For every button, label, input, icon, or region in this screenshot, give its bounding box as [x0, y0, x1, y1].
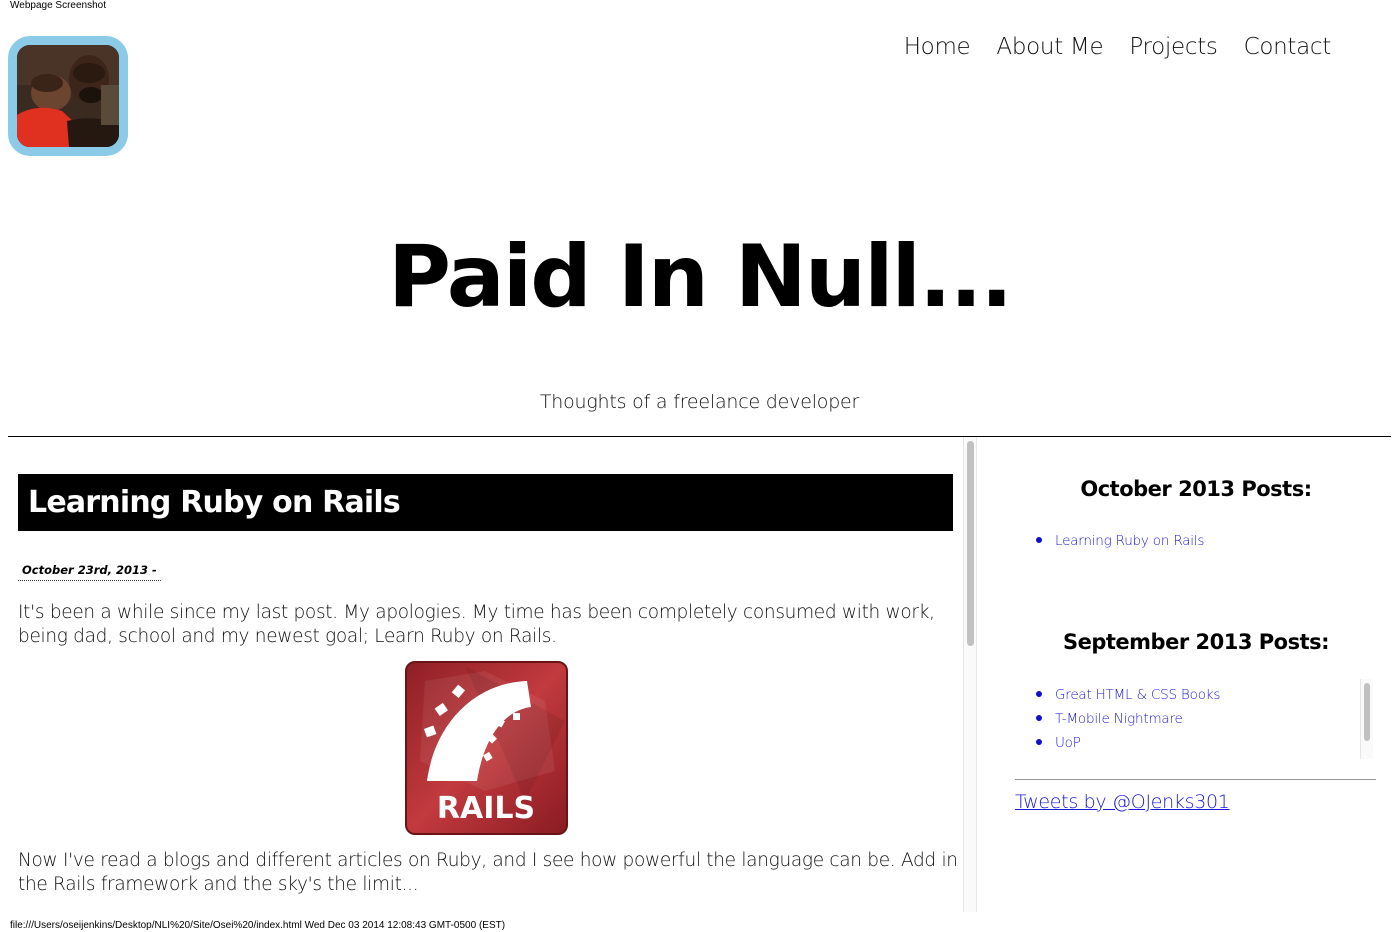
post-date: October 23rd, 2013 -: [18, 563, 161, 581]
post-scrollbar-thumb[interactable]: [967, 441, 974, 646]
list-item: Learning Ruby on Rails: [1035, 528, 1204, 552]
september-posts-list: Great HTML & CSS Books T-Mobile Nightmar…: [1035, 682, 1220, 754]
list-item: T-Mobile Nightmare: [1035, 706, 1220, 730]
post-link[interactable]: UoP: [1055, 735, 1081, 751]
september-posts-heading: September 2013 Posts:: [1062, 630, 1330, 654]
sidebar: October 2013 Posts: Learning Ruby on Rai…: [977, 437, 1399, 912]
post-link[interactable]: Learning Ruby on Rails: [1055, 533, 1204, 549]
nav-projects-link[interactable]: Projects: [1129, 32, 1218, 62]
october-posts-list: Learning Ruby on Rails: [1035, 528, 1204, 552]
main-nav: Home About Me Projects Contact: [904, 32, 1332, 62]
nav-contact-link[interactable]: Contact: [1244, 32, 1332, 62]
rails-logo-text: RAILS: [437, 791, 535, 826]
post-link[interactable]: T-Mobile Nightmare: [1055, 711, 1183, 727]
nav-home-link[interactable]: Home: [904, 32, 971, 62]
post-scrollbar[interactable]: [963, 437, 977, 912]
post-link[interactable]: Great HTML & CSS Books: [1055, 687, 1220, 703]
list-item: UoP: [1035, 730, 1220, 754]
september-list-scrollbar-thumb[interactable]: [1364, 683, 1370, 741]
avatar[interactable]: [8, 36, 128, 156]
september-list-scrollbar[interactable]: [1360, 679, 1373, 759]
avatar-photo: [17, 45, 119, 147]
rails-logo-image: RAILS: [405, 661, 568, 835]
screenshot-label: Webpage Screenshot: [10, 0, 106, 11]
post-column: Learning Ruby on Rails October 23rd, 201…: [8, 437, 963, 912]
screenshot-footer: file:///Users/oseijenkins/Desktop/NLI%20…: [10, 920, 506, 931]
tweets-link[interactable]: Tweets by @OJenks301: [1015, 791, 1230, 813]
post-paragraph: Now I've read a blogs and different arti…: [18, 850, 958, 895]
site-title: Paid In Null...: [387, 227, 1013, 327]
post-title: Learning Ruby on Rails: [18, 474, 953, 531]
nav-about-me-link[interactable]: About Me: [996, 32, 1103, 62]
site-tagline: Thoughts of a freelance developer: [539, 391, 860, 413]
post-paragraph: It's been a while since my last post. My…: [18, 602, 935, 647]
october-posts-heading: October 2013 Posts:: [1080, 477, 1312, 501]
list-item: Great HTML & CSS Books: [1035, 682, 1220, 706]
sidebar-divider: [1015, 779, 1376, 780]
